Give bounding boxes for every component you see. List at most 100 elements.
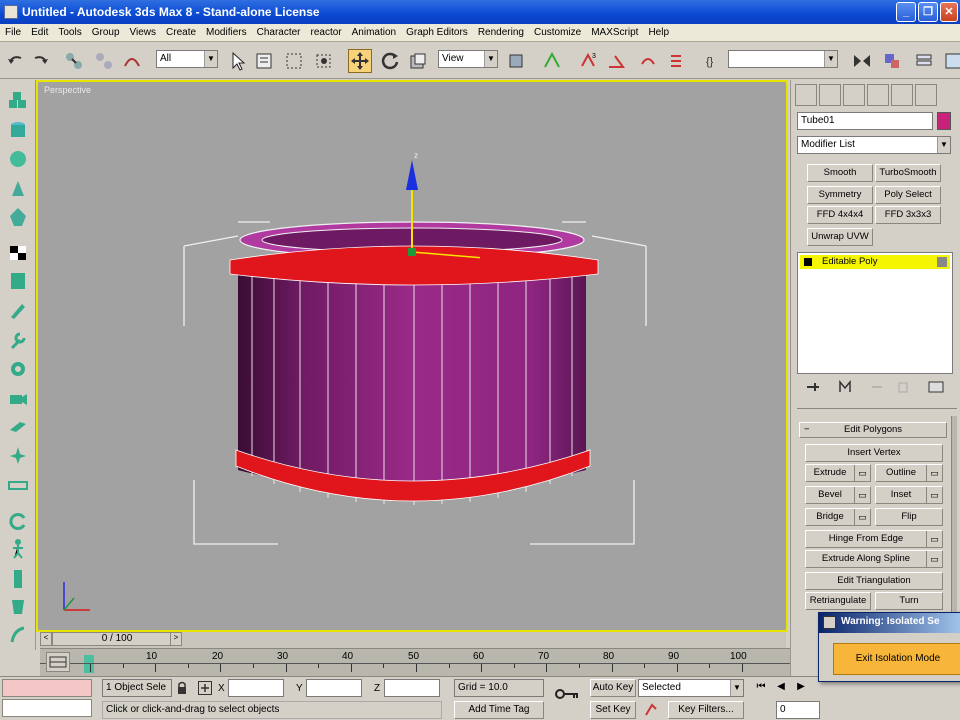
menu-help[interactable]: Help — [643, 24, 674, 38]
spinner-snap-icon[interactable] — [664, 49, 688, 73]
layers-icon[interactable] — [6, 270, 30, 292]
undo-icon[interactable] — [4, 49, 28, 73]
show-end-result-icon[interactable] — [837, 379, 853, 394]
absolute-mode-icon[interactable] — [198, 681, 212, 695]
menu-customize[interactable]: Customize — [529, 24, 586, 38]
bulb-icon[interactable] — [937, 257, 947, 267]
modifier-turbosmooth-button[interactable]: TurboSmooth — [875, 164, 941, 182]
go-to-start-icon[interactable]: ⏮ — [752, 681, 770, 697]
sphere-icon[interactable] — [6, 148, 30, 170]
stack-expand-icon[interactable] — [804, 258, 812, 266]
menu-views[interactable]: Views — [125, 24, 162, 38]
menu-graph-editors[interactable]: Graph Editors — [401, 24, 473, 38]
add-time-tag-button[interactable]: Add Time Tag — [454, 701, 544, 719]
rotate-view-icon[interactable] — [6, 510, 30, 532]
hierarchy-tab-icon[interactable] — [843, 84, 865, 106]
key-mode-dropdown[interactable]: Selected ▼ — [638, 679, 744, 697]
particle-icon[interactable] — [6, 444, 30, 466]
menu-edit[interactable]: Edit — [26, 24, 53, 38]
modifier-ffd-3x3x3-button[interactable]: FFD 3x3x3 — [875, 206, 941, 224]
bones-icon[interactable] — [6, 474, 30, 496]
current-frame-field[interactable]: 0 — [776, 701, 820, 719]
motion-tab-icon[interactable] — [867, 84, 889, 106]
maxscript-listener-mini[interactable] — [2, 679, 92, 697]
y-coordinate-field[interactable] — [306, 679, 362, 697]
select-and-move-icon[interactable] — [348, 49, 372, 73]
edit-triangulation-button[interactable]: Edit Triangulation — [805, 572, 943, 590]
modifier-symmetry-button[interactable]: Symmetry — [807, 186, 873, 204]
cone-icon[interactable] — [6, 178, 30, 200]
hair-icon[interactable] — [6, 624, 30, 646]
track-bar[interactable]: 10 20 30 40 50 60 70 80 90 100 — [40, 648, 790, 676]
set-key-button[interactable]: Set Key — [590, 701, 636, 719]
select-and-manipulate-icon[interactable] — [540, 49, 564, 73]
rectangular-selection-icon[interactable] — [282, 49, 306, 73]
percent-snap-icon[interactable] — [636, 49, 660, 73]
angle-snap-icon[interactable] — [604, 49, 628, 73]
inset-button[interactable]: Inset ▭ — [875, 486, 943, 504]
edit-named-selection-icon[interactable]: {} — [702, 49, 726, 73]
settings-icon[interactable]: ▭ — [926, 465, 942, 481]
time-slider-thumb[interactable]: 0 / 100 — [52, 632, 182, 646]
layer-manager-icon[interactable] — [912, 49, 936, 73]
menu-file[interactable]: File — [0, 24, 26, 38]
menu-animation[interactable]: Animation — [347, 24, 401, 38]
figure-icon[interactable] — [6, 538, 30, 560]
boxes-icon[interactable] — [6, 90, 30, 112]
set-keys-icon[interactable] — [642, 701, 662, 719]
stack-item-editable-poly[interactable]: Editable Poly — [800, 255, 950, 269]
menu-rendering[interactable]: Rendering — [473, 24, 529, 38]
modify-tab-icon[interactable] — [819, 84, 841, 106]
unlink-icon[interactable] — [92, 49, 116, 73]
select-and-rotate-icon[interactable] — [378, 49, 402, 73]
modifier-unwrap-uvw-button[interactable]: Unwrap UVW — [807, 228, 873, 246]
material-editor-icon[interactable] — [6, 242, 30, 264]
light-icon[interactable] — [6, 416, 30, 438]
select-and-scale-icon[interactable] — [406, 49, 430, 73]
key-filters-button[interactable]: Key Filters... — [668, 701, 744, 719]
object-color-swatch[interactable] — [937, 112, 951, 130]
settings-icon[interactable]: ▭ — [854, 487, 870, 503]
geosphere-icon[interactable] — [6, 206, 30, 228]
pivot-center-icon[interactable] — [504, 49, 528, 73]
maximize-button[interactable]: ❐ — [918, 2, 938, 22]
select-and-link-icon[interactable] — [62, 49, 86, 73]
modifier-ffd-4x4x4-button[interactable]: FFD 4x4x4 — [807, 206, 873, 224]
time-slider[interactable]: 0 / 100 < > — [40, 632, 786, 648]
redo-icon[interactable] — [28, 49, 52, 73]
previous-frame-icon[interactable]: ◀ — [772, 681, 790, 697]
selection-filter-dropdown[interactable]: All ▼ — [156, 50, 218, 68]
menu-maxscript[interactable]: MAXScript — [586, 24, 643, 38]
wrench-icon[interactable] — [6, 330, 30, 352]
hinge-from-edge-button[interactable]: Hinge From Edge ▭ — [805, 530, 943, 548]
cylinder-icon[interactable] — [6, 120, 30, 142]
settings-icon[interactable]: ▭ — [926, 487, 942, 503]
configure-modifier-sets-icon[interactable] — [927, 380, 945, 394]
perspective-viewport[interactable]: Perspective z — [36, 80, 788, 632]
pin-stack-icon[interactable] — [805, 380, 821, 394]
exit-isolation-mode-button[interactable]: Exit Isolation Mode — [833, 643, 960, 675]
display-tab-icon[interactable] — [891, 84, 913, 106]
menu-group[interactable]: Group — [87, 24, 125, 38]
settings-icon[interactable]: ▭ — [926, 551, 942, 567]
modifier-poly-select-button[interactable]: Poly Select — [875, 186, 941, 204]
flip-button[interactable]: Flip — [875, 508, 943, 526]
named-selection-set-dropdown[interactable]: ▼ — [728, 50, 838, 68]
mirror-icon[interactable] — [850, 49, 874, 73]
bevel-button[interactable]: Bevel ▭ — [805, 486, 871, 504]
insert-vertex-button[interactable]: Insert Vertex — [805, 444, 943, 462]
outline-button[interactable]: Outline ▭ — [875, 464, 943, 482]
select-by-name-icon[interactable] — [252, 49, 276, 73]
time-next-arrow[interactable]: > — [170, 632, 182, 646]
utilities-tab-icon[interactable] — [915, 84, 937, 106]
reference-coord-dropdown[interactable]: View ▼ — [438, 50, 498, 68]
maxscript-output-mini[interactable] — [2, 699, 92, 717]
menu-modifiers[interactable]: Modifiers — [201, 24, 252, 38]
create-tab-icon[interactable] — [795, 84, 817, 106]
settings-icon[interactable]: ▭ — [854, 465, 870, 481]
key-icon[interactable] — [554, 687, 580, 701]
extrude-along-spline-button[interactable]: Extrude Along Spline ▭ — [805, 550, 943, 568]
gear-icon[interactable] — [6, 358, 30, 380]
curve-editor-icon[interactable] — [942, 49, 960, 73]
retriangulate-button[interactable]: Retriangulate — [805, 592, 871, 610]
